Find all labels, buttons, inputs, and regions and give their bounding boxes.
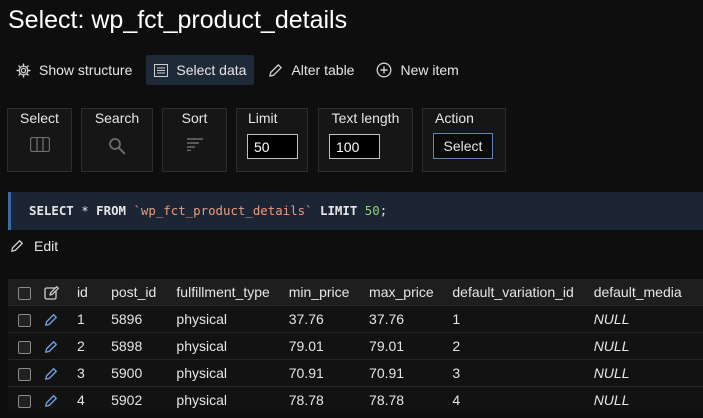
select-columns-box[interactable]: Select xyxy=(7,108,72,172)
edit-all-icon[interactable] xyxy=(43,285,60,301)
show-structure-label: Show structure xyxy=(39,62,133,78)
cell-max-price: 79.01 xyxy=(369,338,405,354)
cell-default-media: NULL xyxy=(593,365,630,381)
edit-row-pencil-icon[interactable] xyxy=(44,313,58,327)
select-data-label: Select data xyxy=(176,62,247,78)
edit-row-pencil-icon[interactable] xyxy=(44,340,58,354)
row-checkbox[interactable] xyxy=(18,340,31,354)
page-title: Select: wp_fct_product_details xyxy=(8,6,348,34)
list-icon xyxy=(154,63,169,77)
table-row: 3 5900 physical 70.91 70.91 3 NULL xyxy=(8,359,703,387)
cell-default-variation-id: 4 xyxy=(452,392,461,408)
sql-query: SELECT * FROM `wp_fct_product_details` L… xyxy=(8,192,703,230)
toolbar: Show structure Select data Alter table N… xyxy=(8,55,473,85)
edit-row-pencil-icon[interactable] xyxy=(44,367,58,381)
cell-min-price: 70.91 xyxy=(288,365,324,381)
cell-max-price: 37.76 xyxy=(369,311,405,327)
select-box-label: Select xyxy=(20,110,59,126)
sql-star: * xyxy=(73,203,97,218)
alter-table-link[interactable]: Alter table xyxy=(260,55,362,85)
new-item-label: New item xyxy=(400,62,459,78)
cell-id: 2 xyxy=(76,338,85,354)
text-length-label: Text length xyxy=(331,110,400,126)
edit-label: Edit xyxy=(34,238,59,254)
action-label: Action xyxy=(435,110,474,126)
table-header-row: id post_id fulfillment_type min_price ma… xyxy=(8,279,703,306)
search-box-label: Search xyxy=(94,110,140,126)
cell-id: 4 xyxy=(76,392,85,408)
new-item-link[interactable]: New item xyxy=(368,55,466,85)
text-length-box: Text length xyxy=(318,108,413,172)
table-row: 2 5898 physical 79.01 79.01 2 NULL xyxy=(8,332,703,360)
column-header-default-media[interactable]: default_media xyxy=(594,279,703,306)
table-row: 1 5896 physical 37.76 37.76 1 NULL xyxy=(8,305,703,333)
row-checkbox[interactable] xyxy=(18,394,31,408)
plus-circle-icon xyxy=(377,62,392,78)
action-box: Action Select xyxy=(422,108,506,172)
sort-box[interactable]: Sort xyxy=(162,108,227,172)
sql-table-name: `wp_fct_product_details` xyxy=(133,203,313,218)
cell-fulfillment-type: physical xyxy=(176,365,227,381)
cell-post-id: 5898 xyxy=(111,338,143,354)
sql-keyword-select: SELECT xyxy=(29,203,74,218)
column-header-post-id[interactable]: post_id xyxy=(111,279,176,306)
cell-default-media: NULL xyxy=(593,392,630,408)
limit-input[interactable] xyxy=(247,134,298,159)
sql-semicolon: ; xyxy=(379,203,388,218)
cell-fulfillment-type: physical xyxy=(176,338,227,354)
cell-min-price: 79.01 xyxy=(288,338,324,354)
edit-row-pencil-icon[interactable] xyxy=(44,394,58,408)
alter-table-label: Alter table xyxy=(291,62,355,78)
limit-label: Limit xyxy=(248,110,278,126)
cell-default-variation-id: 2 xyxy=(452,338,461,354)
search-icon xyxy=(109,138,126,155)
edit-link[interactable]: Edit xyxy=(10,238,58,254)
cell-min-price: 78.78 xyxy=(288,392,324,408)
cell-id: 3 xyxy=(76,365,85,381)
pencil-icon xyxy=(11,240,23,252)
column-header-default-variation-id[interactable]: default_variation_id xyxy=(452,279,593,306)
results-table: id post_id fulfillment_type min_price ma… xyxy=(8,279,703,413)
cell-post-id: 5902 xyxy=(111,392,143,408)
select-data-tab[interactable]: Select data xyxy=(146,55,255,85)
column-header-max-price[interactable]: max_price xyxy=(369,279,452,306)
search-box[interactable]: Search xyxy=(81,108,153,172)
cell-max-price: 78.78 xyxy=(369,392,405,408)
cell-fulfillment-type: physical xyxy=(176,311,227,327)
columns-icon xyxy=(29,137,50,152)
cell-min-price: 37.76 xyxy=(288,311,324,327)
cell-fulfillment-type: physical xyxy=(176,392,227,408)
gear-icon xyxy=(16,62,31,78)
limit-box: Limit xyxy=(236,108,308,172)
sql-limit-number: 50 xyxy=(364,203,380,218)
cell-default-media: NULL xyxy=(593,311,630,327)
sql-keyword-from: FROM xyxy=(96,203,126,218)
pencil-icon xyxy=(269,63,283,77)
cell-default-variation-id: 1 xyxy=(452,311,461,327)
column-header-id[interactable]: id xyxy=(77,279,111,306)
sort-icon xyxy=(186,138,203,151)
row-checkbox[interactable] xyxy=(18,313,31,327)
cell-post-id: 5896 xyxy=(111,311,143,327)
column-header-min-price[interactable]: min_price xyxy=(289,279,369,306)
query-controls: Select Search Sort Limit Text length Act… xyxy=(0,108,703,172)
cell-default-media: NULL xyxy=(593,338,630,354)
select-button[interactable]: Select xyxy=(433,133,493,159)
cell-id: 1 xyxy=(76,311,85,327)
cell-max-price: 70.91 xyxy=(369,365,405,381)
sort-box-label: Sort xyxy=(181,110,208,126)
cell-default-variation-id: 3 xyxy=(452,365,461,381)
sql-keyword-limit: LIMIT xyxy=(319,203,358,218)
cell-post-id: 5900 xyxy=(111,365,143,381)
table-row: 4 5902 physical 78.78 78.78 4 NULL xyxy=(8,386,703,413)
column-header-fulfillment-type[interactable]: fulfillment_type xyxy=(176,279,288,306)
select-all-checkbox[interactable] xyxy=(18,286,31,300)
row-checkbox[interactable] xyxy=(18,367,31,381)
show-structure-link[interactable]: Show structure xyxy=(8,55,140,85)
text-length-input[interactable] xyxy=(329,134,380,159)
